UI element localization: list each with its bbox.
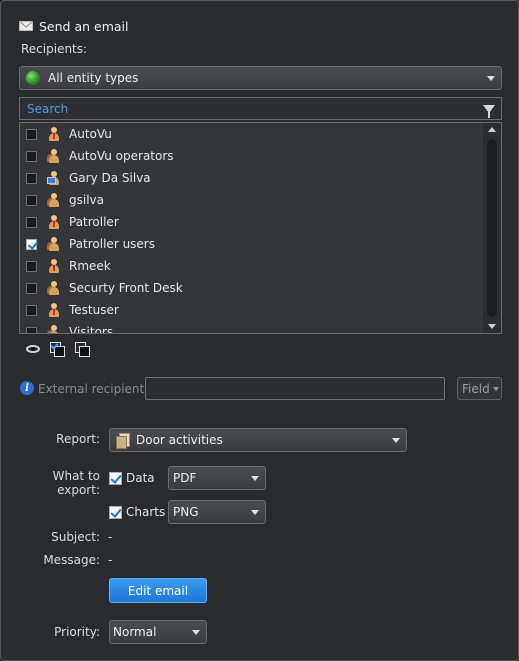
list-item-label: Rmeek [69, 259, 111, 273]
list-item[interactable]: Gary Da Silva [20, 167, 482, 189]
data-format-dropdown[interactable]: PDF [168, 466, 266, 490]
report-label: Report: [56, 432, 100, 446]
chevron-down-icon [251, 475, 259, 481]
list-item[interactable]: Testuser [20, 299, 482, 321]
globe-icon [26, 71, 40, 85]
list-item-checkbox[interactable] [26, 172, 37, 184]
charts-format-dropdown[interactable]: PNG [168, 500, 266, 524]
list-item-label: AutoVu [69, 127, 112, 141]
entity-type-value: All entity types [48, 71, 139, 85]
scroll-thumb[interactable] [487, 139, 497, 317]
report-dropdown[interactable]: Door activities [109, 428, 407, 452]
envelope-icon [19, 21, 33, 31]
user-group-icon [47, 149, 61, 163]
list-item-checkbox[interactable] [26, 128, 37, 140]
user-group-icon [47, 193, 61, 207]
data-checkbox-box[interactable] [109, 471, 122, 485]
user-icon [47, 303, 61, 317]
select-all-icon[interactable] [50, 341, 65, 357]
chevron-down-icon [251, 509, 259, 515]
scroll-track[interactable] [487, 139, 497, 317]
list-item[interactable]: Securty Front Desk [20, 277, 482, 299]
list-item-checkbox[interactable] [26, 194, 37, 206]
recipients-label: Recipients: [21, 42, 88, 56]
list-item[interactable]: Patroller users [20, 233, 482, 255]
user-icon [47, 127, 61, 141]
search-placeholder: Search [27, 101, 69, 116]
chevron-down-icon [392, 437, 400, 443]
cardholder-icon [47, 171, 61, 185]
dialog-title-text: Send an email [39, 18, 129, 34]
list-item[interactable]: Patroller [20, 211, 482, 233]
subject-value: - [108, 530, 113, 544]
list-item-label: Patroller users [69, 237, 155, 251]
list-item-checkbox[interactable] [26, 238, 37, 250]
subject-label: Subject: [51, 530, 100, 544]
filter-icon[interactable] [483, 104, 495, 118]
info-icon: i [20, 381, 34, 395]
chevron-down-icon [492, 386, 499, 391]
data-checkbox[interactable]: Data [109, 471, 155, 485]
list-item[interactable]: Visitors [20, 321, 482, 334]
edit-email-button[interactable]: Edit email [109, 578, 207, 603]
list-item-label: Patroller [69, 215, 119, 229]
charts-format-value: PNG [173, 505, 199, 519]
list-item-label: Visitors [69, 325, 114, 334]
list-item-checkbox[interactable] [26, 304, 37, 316]
priority-dropdown[interactable]: Normal [109, 620, 207, 644]
charts-checkbox-label: Charts [126, 505, 166, 519]
list-item-label: Gary Da Silva [69, 171, 151, 185]
list-item[interactable]: gsilva [20, 189, 482, 211]
recipient-list[interactable]: AutoVu AutoVu operators Gary Da Silva gs… [19, 122, 502, 334]
list-scrollbar[interactable] [483, 123, 501, 333]
scroll-down-arrow-icon[interactable] [488, 324, 496, 329]
what-to-export-label: What to export: [52, 469, 100, 497]
dialog-title: Send an email [19, 17, 128, 35]
data-checkbox-label: Data [126, 471, 155, 485]
list-item-checkbox[interactable] [26, 326, 37, 333]
send-email-dialog: Send an email Recipients: All entity typ… [0, 0, 519, 661]
user-group-icon [47, 281, 61, 295]
report-icon [116, 433, 130, 449]
list-toolbar [26, 341, 90, 357]
list-item-label: gsilva [69, 193, 104, 207]
edit-email-button-label: Edit email [127, 583, 189, 598]
message-label: Message: [43, 553, 100, 567]
charts-checkbox[interactable]: Charts [109, 505, 165, 519]
external-recipients-label: External recipients: [38, 382, 155, 396]
list-item-checkbox[interactable] [26, 216, 37, 228]
list-item-label: Securty Front Desk [69, 281, 183, 295]
user-group-icon [47, 325, 61, 333]
field-button[interactable]: Field [457, 377, 502, 400]
chevron-down-icon [487, 75, 495, 81]
list-item[interactable]: AutoVu [20, 123, 482, 145]
list-item-checkbox[interactable] [26, 282, 37, 294]
list-item[interactable]: AutoVu operators [20, 145, 482, 167]
list-item-label: Testuser [69, 303, 119, 317]
list-item-checkbox[interactable] [26, 150, 37, 162]
external-recipients-input[interactable] [145, 377, 445, 400]
chevron-down-icon [192, 629, 200, 635]
eye-icon[interactable] [26, 345, 40, 353]
data-format-value: PDF [173, 471, 197, 485]
list-item-label: AutoVu operators [69, 149, 174, 163]
priority-label: Priority: [54, 625, 100, 639]
message-value: - [108, 553, 113, 567]
search-input[interactable]: Search [19, 97, 502, 120]
list-item[interactable]: Rmeek [20, 255, 482, 277]
user-icon [47, 259, 61, 273]
user-group-icon [47, 237, 61, 251]
scroll-up-arrow-icon[interactable] [488, 127, 496, 132]
charts-checkbox-box[interactable] [109, 505, 122, 519]
user-icon [47, 215, 61, 229]
entity-type-dropdown[interactable]: All entity types [19, 66, 502, 90]
report-value: Door activities [136, 433, 223, 447]
list-item-checkbox[interactable] [26, 260, 37, 272]
priority-value: Normal [113, 625, 157, 639]
field-button-label: Field [462, 381, 490, 396]
deselect-all-icon[interactable] [75, 342, 90, 357]
